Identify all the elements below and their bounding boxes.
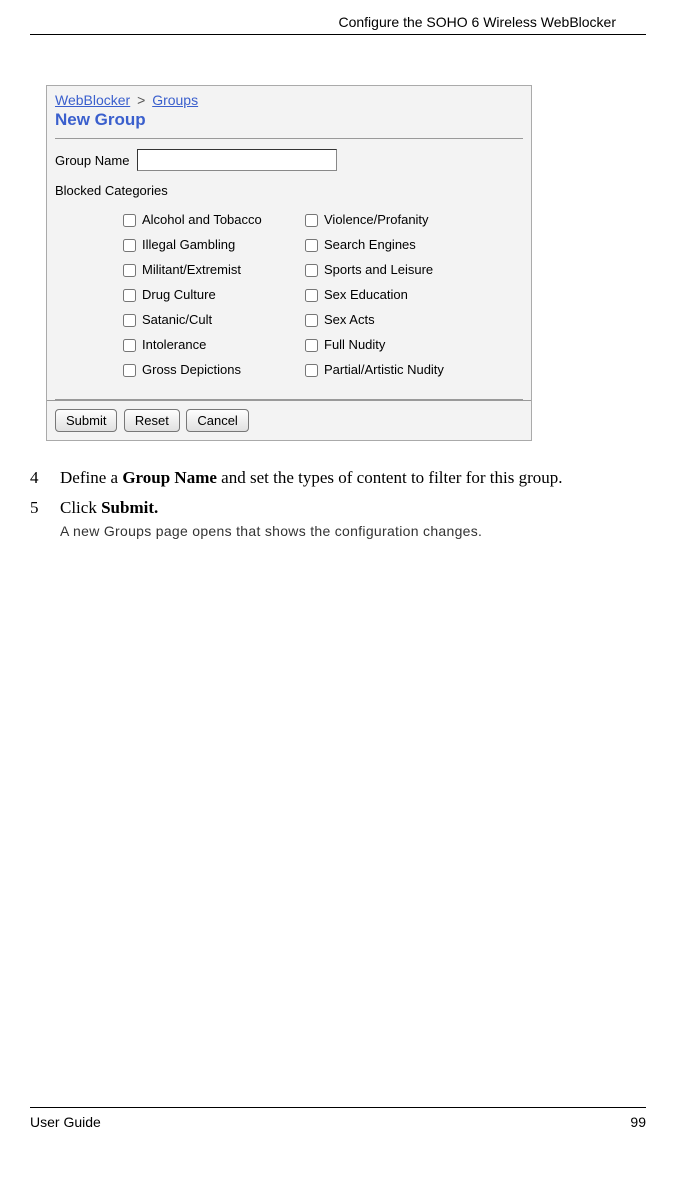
checkbox-sex-education[interactable] xyxy=(305,289,318,302)
category-label: Illegal Gambling xyxy=(142,237,235,252)
checkbox-illegal-gambling[interactable] xyxy=(123,239,136,252)
submit-button[interactable]: Submit xyxy=(55,409,117,432)
table-row: Satanic/Cult Sex Acts xyxy=(117,308,450,331)
cancel-button[interactable]: Cancel xyxy=(186,409,248,432)
step-4: 4 Define a Group Name and set the types … xyxy=(30,466,646,490)
category-label: Intolerance xyxy=(142,337,206,352)
breadcrumb: WebBlocker > Groups xyxy=(47,86,531,110)
step-number: 4 xyxy=(30,466,60,490)
page-running-header: Configure the SOHO 6 Wireless WebBlocker xyxy=(30,0,646,35)
category-label: Sex Acts xyxy=(324,312,375,327)
checkbox-drug-culture[interactable] xyxy=(123,289,136,302)
blocked-categories-label: Blocked Categories xyxy=(55,183,523,198)
table-row: Alcohol and Tobacco Violence/Profanity xyxy=(117,208,450,231)
category-label: Gross Depictions xyxy=(142,362,241,377)
step-5: 5 Click Submit. A new Groups page opens … xyxy=(30,496,646,541)
embedded-screenshot: WebBlocker > Groups New Group Group Name… xyxy=(46,85,532,441)
table-row: Intolerance Full Nudity xyxy=(117,333,450,356)
table-row: Militant/Extremist Sports and Leisure xyxy=(117,258,450,281)
step-text: Define a xyxy=(60,468,122,487)
category-label: Satanic/Cult xyxy=(142,312,212,327)
table-row: Gross Depictions Partial/Artistic Nudity xyxy=(117,358,450,381)
breadcrumb-separator: > xyxy=(137,92,145,108)
categories-table: Alcohol and Tobacco Violence/Profanity I… xyxy=(115,206,452,383)
checkbox-intolerance[interactable] xyxy=(123,339,136,352)
checkbox-violence-profanity[interactable] xyxy=(305,214,318,227)
table-row: Illegal Gambling Search Engines xyxy=(117,233,450,256)
step-body: Define a Group Name and set the types of… xyxy=(60,466,646,490)
step-bold: Group Name xyxy=(122,468,217,487)
button-row: Submit Reset Cancel xyxy=(47,400,531,440)
step-text: Click xyxy=(60,498,101,517)
category-label: Violence/Profanity xyxy=(324,212,429,227)
step-body: Click Submit. A new Groups page opens th… xyxy=(60,496,646,541)
category-label: Partial/Artistic Nudity xyxy=(324,362,444,377)
category-label: Search Engines xyxy=(324,237,416,252)
page-title: New Group xyxy=(47,110,531,138)
footer-left: User Guide xyxy=(30,1114,101,1130)
reset-button[interactable]: Reset xyxy=(124,409,180,432)
checkbox-gross-depictions[interactable] xyxy=(123,364,136,377)
breadcrumb-current[interactable]: Groups xyxy=(152,92,198,108)
category-label: Militant/Extremist xyxy=(142,262,241,277)
category-label: Full Nudity xyxy=(324,337,385,352)
page-footer: User Guide 99 xyxy=(30,1107,646,1130)
group-name-label: Group Name xyxy=(55,153,129,168)
step-note: A new Groups page opens that shows the c… xyxy=(60,522,646,542)
step-text: and set the types of content to filter f… xyxy=(217,468,563,487)
checkbox-sex-acts[interactable] xyxy=(305,314,318,327)
category-label: Drug Culture xyxy=(142,287,216,302)
category-label: Sports and Leisure xyxy=(324,262,433,277)
checkbox-partial-nudity[interactable] xyxy=(305,364,318,377)
checkbox-alcohol-tobacco[interactable] xyxy=(123,214,136,227)
breadcrumb-parent[interactable]: WebBlocker xyxy=(55,92,130,108)
instruction-list: 4 Define a Group Name and set the types … xyxy=(30,466,646,541)
checkbox-sports-leisure[interactable] xyxy=(305,264,318,277)
header-title: Configure the SOHO 6 Wireless WebBlocker xyxy=(338,14,616,30)
checkbox-search-engines[interactable] xyxy=(305,239,318,252)
checkbox-satanic-cult[interactable] xyxy=(123,314,136,327)
step-number: 5 xyxy=(30,496,60,541)
step-bold: Submit. xyxy=(101,498,158,517)
checkbox-full-nudity[interactable] xyxy=(305,339,318,352)
group-name-input[interactable] xyxy=(137,149,337,171)
category-label: Sex Education xyxy=(324,287,408,302)
table-row: Drug Culture Sex Education xyxy=(117,283,450,306)
checkbox-militant-extremist[interactable] xyxy=(123,264,136,277)
footer-page-number: 99 xyxy=(630,1114,646,1130)
category-label: Alcohol and Tobacco xyxy=(142,212,262,227)
